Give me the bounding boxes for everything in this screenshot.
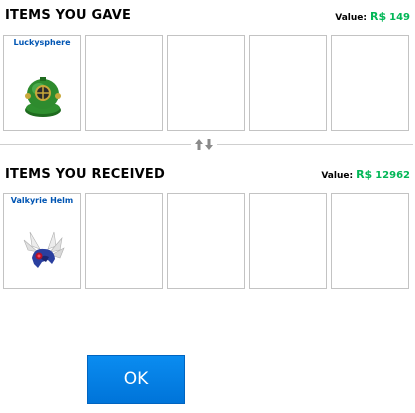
gave-value-amount: 149 bbox=[389, 12, 410, 23]
received-slot-4 bbox=[249, 193, 327, 289]
received-slot-3 bbox=[167, 193, 245, 289]
green-diving-helmet-icon bbox=[25, 77, 61, 117]
gave-slot-5 bbox=[331, 35, 409, 131]
robux-icon: R$ bbox=[370, 10, 387, 23]
gave-slot-4 bbox=[249, 35, 327, 131]
swap-container bbox=[191, 137, 217, 152]
received-item-name[interactable]: Valkyrie Helm bbox=[4, 196, 80, 205]
received-section-title: ITEMS YOU RECEIVED bbox=[5, 167, 165, 182]
gave-value: Value: R$ 149 bbox=[335, 10, 410, 23]
received-slot-2 bbox=[85, 193, 163, 289]
gave-slot-2 bbox=[85, 35, 163, 131]
received-value-label: Value: bbox=[321, 171, 354, 181]
received-slot-1[interactable]: Valkyrie Helm bbox=[3, 193, 81, 289]
received-value: Value: R$ 12962 bbox=[321, 168, 410, 181]
gave-item-name[interactable]: Luckysphere bbox=[4, 38, 80, 47]
received-slots: Valkyrie Helm bbox=[3, 193, 412, 289]
gave-slot-1[interactable]: Luckysphere bbox=[3, 35, 81, 131]
gave-slot-3 bbox=[167, 35, 245, 131]
gave-section-title: ITEMS YOU GAVE bbox=[5, 8, 132, 23]
received-value-amount: 12962 bbox=[375, 170, 410, 181]
received-slot-5 bbox=[331, 193, 409, 289]
swap-arrows-icon bbox=[195, 139, 213, 150]
ok-button[interactable]: OK bbox=[87, 355, 185, 404]
robux-icon: R$ bbox=[356, 168, 373, 181]
gave-slots: Luckysphere bbox=[3, 35, 412, 131]
gave-value-label: Value: bbox=[335, 13, 367, 23]
valkyrie-helm-icon bbox=[23, 231, 65, 268]
